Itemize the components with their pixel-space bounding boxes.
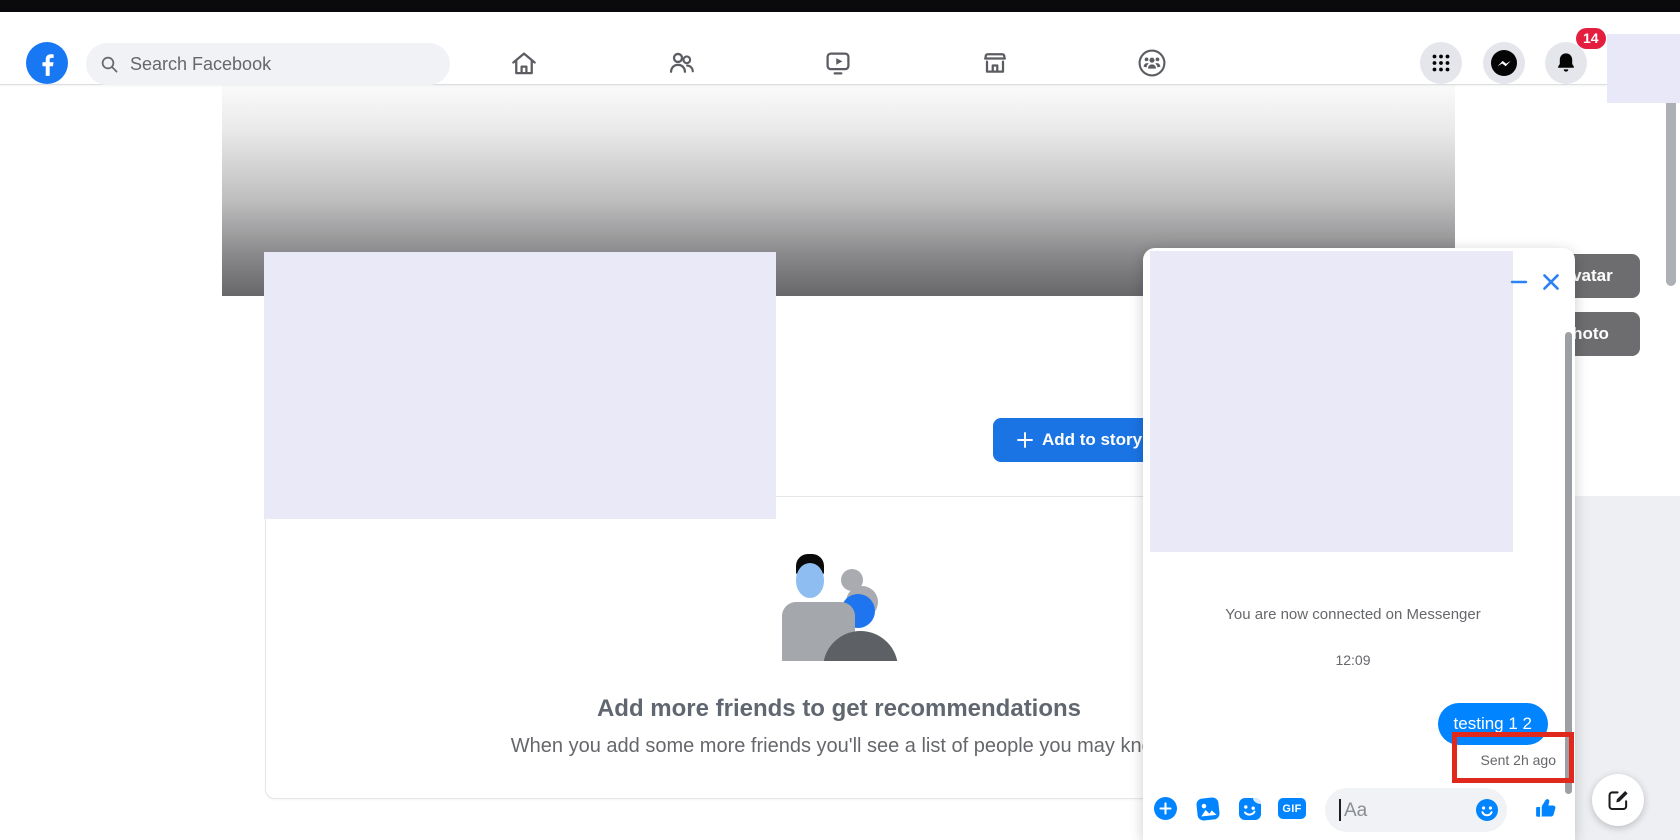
chat-minimize-button[interactable] xyxy=(1505,268,1533,296)
new-message-button[interactable] xyxy=(1592,774,1644,826)
chat-contact-header[interactable] xyxy=(1150,251,1513,552)
chat-emoji-button[interactable] xyxy=(1475,798,1499,827)
notification-count-badge: 14 xyxy=(1576,28,1606,49)
facebook-logo[interactable] xyxy=(26,42,68,84)
plus-circle-icon xyxy=(1154,797,1177,820)
gif-icon: GIF xyxy=(1282,803,1301,815)
friends-icon xyxy=(666,47,698,79)
add-to-story-button[interactable]: Add to story xyxy=(993,418,1165,462)
sticker-icon xyxy=(1237,796,1263,822)
facebook-profile-page: 14 Create with avatar Add Cover Photo xyxy=(0,0,1680,840)
chat-sticker-button[interactable] xyxy=(1237,796,1263,827)
notifications-button[interactable] xyxy=(1545,42,1587,84)
chat-like-button[interactable] xyxy=(1533,795,1560,827)
compose-icon xyxy=(1605,787,1631,813)
messenger-icon xyxy=(1491,50,1517,76)
message-input-pill[interactable] xyxy=(1325,788,1507,832)
friends-illustration xyxy=(765,516,915,661)
chat-gif-button[interactable]: GIF xyxy=(1278,798,1306,819)
search-bar[interactable] xyxy=(86,43,450,85)
tab-friends[interactable] xyxy=(664,45,700,81)
watch-icon xyxy=(822,47,854,79)
message-timestamp: 12:09 xyxy=(1143,652,1563,668)
chat-add-attachment-button[interactable] xyxy=(1154,797,1177,825)
photos-icon xyxy=(1195,796,1221,822)
tab-watch[interactable] xyxy=(820,45,856,81)
add-to-story-label: Add to story xyxy=(1042,430,1142,450)
search-icon xyxy=(100,55,119,74)
profile-avatar[interactable] xyxy=(1607,34,1680,103)
groups-icon xyxy=(1136,47,1168,79)
facebook-logo-icon xyxy=(26,42,68,84)
bell-icon xyxy=(1554,51,1578,75)
tab-home[interactable] xyxy=(506,45,542,81)
marketplace-icon xyxy=(979,47,1011,79)
facebook-navbar: 14 xyxy=(0,12,1680,85)
minimize-icon xyxy=(1508,271,1530,293)
messenger-button[interactable] xyxy=(1483,42,1525,84)
home-icon xyxy=(508,47,540,79)
close-icon xyxy=(1539,270,1563,294)
tab-groups[interactable] xyxy=(1134,45,1170,81)
page-scrollbar-thumb[interactable] xyxy=(1666,90,1676,286)
search-input[interactable] xyxy=(128,53,412,76)
illustration-person-face xyxy=(796,563,824,598)
chat-photos-button[interactable] xyxy=(1195,796,1221,827)
message-input[interactable] xyxy=(1342,788,1466,834)
profile-picture[interactable] xyxy=(264,252,776,519)
text-cursor xyxy=(1339,799,1341,821)
emoji-icon xyxy=(1475,798,1499,822)
plus-icon xyxy=(1016,431,1034,449)
chat-close-button[interactable] xyxy=(1537,268,1565,296)
thumbs-up-icon xyxy=(1533,795,1560,822)
annotation-highlight-box xyxy=(1452,732,1574,783)
apps-menu-button[interactable] xyxy=(1420,42,1462,84)
apps-grid-icon xyxy=(1430,52,1452,74)
connected-status-text: You are now connected on Messenger xyxy=(1143,606,1563,623)
chat-scrollbar-thumb[interactable] xyxy=(1565,332,1572,794)
tab-marketplace[interactable] xyxy=(977,45,1013,81)
